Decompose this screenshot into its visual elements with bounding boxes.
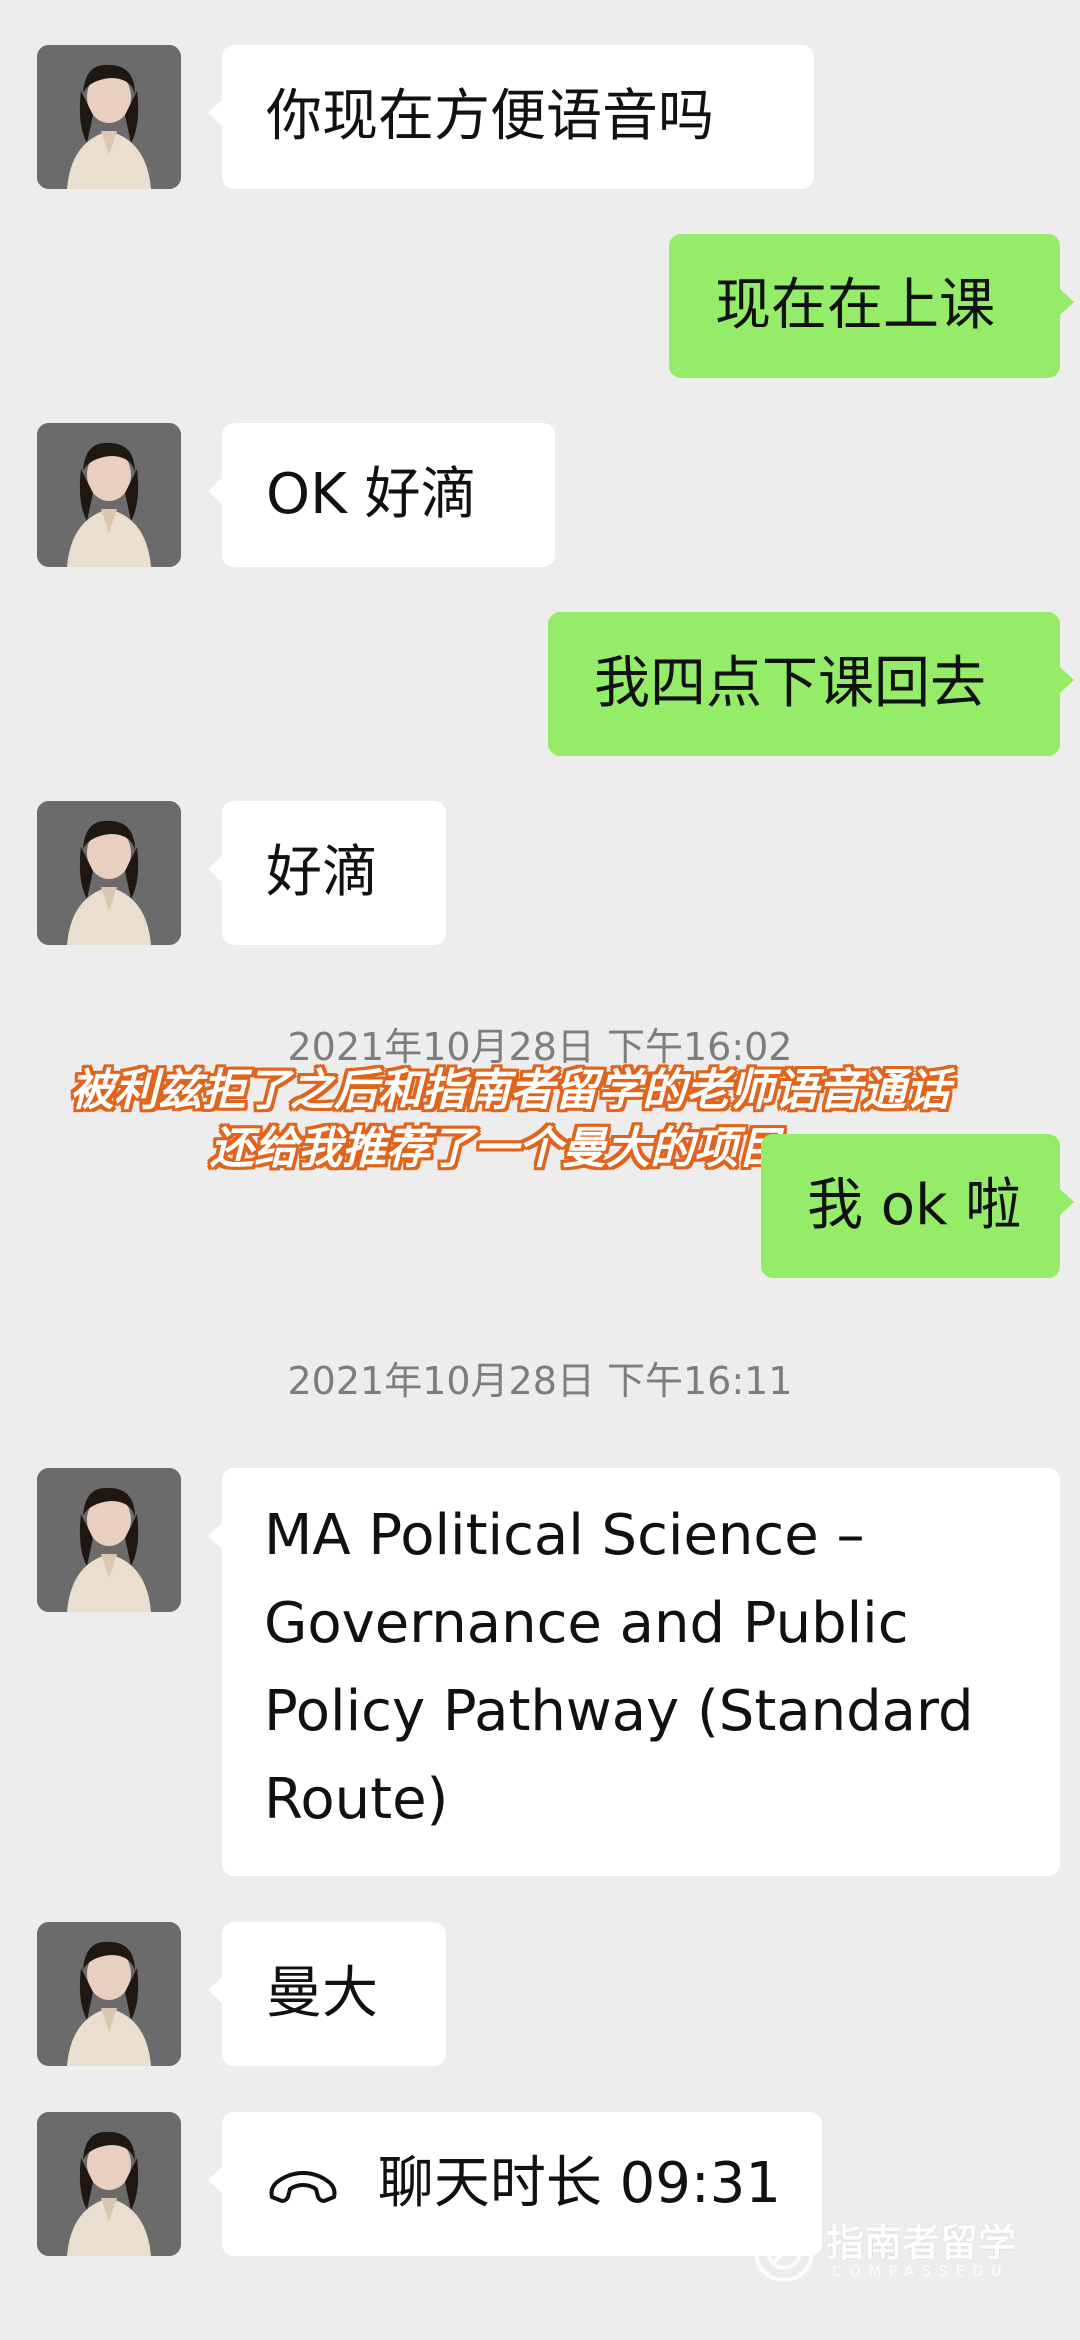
- message-bubble[interactable]: MA Political Science – Governance and Pu…: [208, 1468, 1060, 1876]
- subtitle-line: 被利兹拒了之后和指南者留学的老师语音通话: [70, 1065, 950, 1116]
- avatar-portrait-icon: [37, 1922, 181, 2066]
- avatar-portrait-icon: [37, 801, 181, 945]
- message-text: 我四点下课回去: [594, 651, 986, 716]
- message-bubble[interactable]: 现在在上课: [669, 234, 1074, 378]
- contact-avatar[interactable]: [37, 423, 181, 567]
- message-bubble[interactable]: 我四点下课回去: [548, 612, 1074, 756]
- call-record-bubble[interactable]: 聊天时长 09:31: [208, 2112, 822, 2256]
- brand-watermark: 指南者留学 COMPASSEDU: [748, 2206, 1068, 2296]
- contact-avatar[interactable]: [37, 1468, 181, 1612]
- message-text: 你现在方便语音吗: [266, 84, 714, 149]
- compass-logo-icon: [754, 2222, 814, 2282]
- contact-avatar[interactable]: [37, 2112, 181, 2256]
- message-text: OK 好滴: [266, 462, 477, 527]
- call-duration-label: 聊天时长 09:31: [377, 2151, 781, 2216]
- avatar-portrait-icon: [37, 2112, 181, 2256]
- watermark-text: 指南者留学: [826, 2221, 1017, 2265]
- timestamp: 2021年10月28日 下午16:11: [287, 1359, 793, 1403]
- message-text: MA Political Science – Governance and Pu…: [264, 1503, 974, 1832]
- message-text: 曼大: [266, 1961, 378, 2026]
- avatar-portrait-icon: [37, 423, 181, 567]
- contact-avatar[interactable]: [37, 45, 181, 189]
- contact-avatar[interactable]: [37, 801, 181, 945]
- message-text: 现在在上课: [715, 273, 995, 338]
- message-bubble[interactable]: 我 ok 啦: [761, 1134, 1074, 1278]
- message-bubble[interactable]: OK 好滴: [208, 423, 555, 567]
- message-text: 我 ok 啦: [807, 1173, 1022, 1238]
- message-bubble[interactable]: 好滴: [208, 801, 446, 945]
- watermark-subtext: COMPASSEDU: [832, 2264, 1010, 2280]
- avatar-portrait-icon: [37, 45, 181, 189]
- phone-hangup-icon: [266, 2151, 378, 2216]
- contact-avatar[interactable]: [37, 1922, 181, 2066]
- avatar-portrait-icon: [37, 1468, 181, 1612]
- message-bubble[interactable]: 你现在方便语音吗: [208, 45, 814, 189]
- message-bubble[interactable]: 曼大: [208, 1922, 446, 2066]
- message-text: 好滴: [266, 840, 378, 905]
